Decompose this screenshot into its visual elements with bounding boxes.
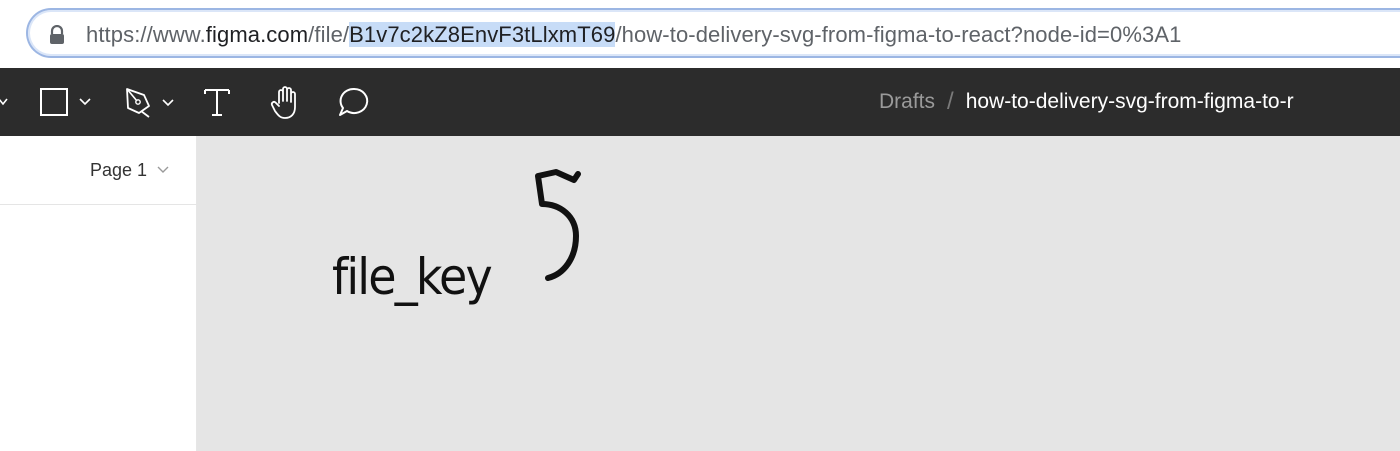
frame-tool-button[interactable] — [38, 68, 96, 136]
text-icon — [204, 89, 230, 116]
breadcrumb-separator: / — [947, 88, 954, 115]
layers-panel: Page 1 — [0, 136, 197, 451]
main-menu-button[interactable] — [0, 68, 10, 136]
comment-icon — [339, 87, 369, 116]
pen-tool-button[interactable] — [122, 68, 178, 136]
page-label: Page 1 — [90, 160, 148, 180]
annotation-label: file_key — [332, 248, 493, 306]
url-file-key-selection: B1v7c2kZ8EnvF3tLlxmT69 — [349, 22, 616, 47]
pen-icon — [126, 88, 174, 118]
frame-rectangle-icon — [40, 88, 91, 116]
breadcrumb-file-name[interactable]: how-to-delivery-svg-from-figma-to-r — [966, 90, 1294, 114]
hand-icon — [270, 86, 296, 119]
page-selector[interactable]: Page 1 — [0, 136, 197, 205]
url-host: figma.com — [205, 22, 309, 47]
handwritten-arrow-icon — [535, 169, 581, 281]
chevron-down-icon — [157, 166, 169, 173]
url-path-rest: /how-to-delivery-svg-from-figma-to-react… — [615, 22, 1182, 47]
figma-toolbar: Drafts / how-to-delivery-svg-from-figma-… — [0, 68, 1400, 136]
comment-tool-button[interactable] — [337, 68, 371, 136]
hand-tool-button[interactable] — [270, 68, 302, 136]
lock-icon — [50, 25, 64, 44]
browser-address-bar: https://www.figma.com/file/B1v7c2kZ8EnvF… — [0, 0, 1400, 68]
menu-chevron-icon — [0, 98, 8, 106]
url-prefix: https://www. — [86, 22, 206, 47]
breadcrumb-drafts[interactable]: Drafts — [879, 90, 935, 114]
text-tool-button[interactable] — [203, 68, 231, 136]
url-path-start: /file/ — [308, 22, 350, 47]
url-text[interactable]: https://www.figma.com/file/B1v7c2kZ8EnvF… — [86, 20, 1181, 50]
breadcrumb: Drafts / how-to-delivery-svg-from-figma-… — [879, 68, 1294, 136]
